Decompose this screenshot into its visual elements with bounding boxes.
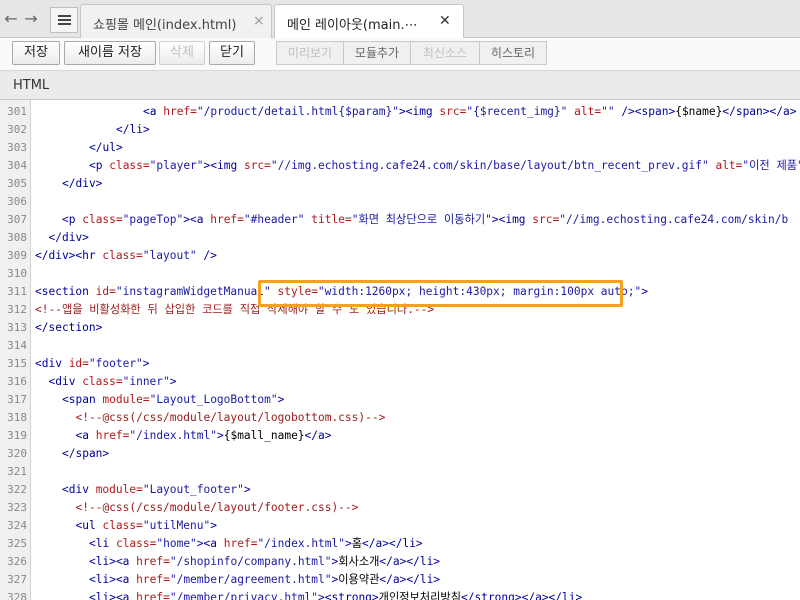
file-type-label: HTML	[13, 78, 50, 93]
close-icon[interactable]: ×	[253, 13, 265, 29]
line-number: 325	[7, 537, 27, 550]
code-text: <span module="Layout_LogoBottom">	[62, 393, 285, 406]
line-number: 324	[7, 519, 27, 532]
line-number: 321	[7, 465, 27, 478]
code-line[interactable]: 319 <a href="/index.html">{$mall_name}</a…	[0, 427, 800, 445]
code-text: </ul>	[89, 141, 123, 154]
code-text: </div><hr class="layout" />	[35, 249, 217, 262]
line-number: 326	[7, 555, 27, 568]
code-text: <li><a href="/member/privacy.html"><stro…	[89, 591, 583, 600]
line-number: 327	[7, 573, 27, 586]
tab-strip: ← → 쇼핑몰 메인(index.html) × 메인 레이아웃(main.⋯ …	[0, 0, 800, 39]
line-number: 301	[7, 105, 27, 118]
code-line[interactable]: 328 <li><a href="/member/privacy.html"><s…	[0, 589, 800, 600]
code-text: <p class="player"><img src="//img.echost…	[89, 159, 800, 172]
code-text: </div>	[62, 177, 103, 190]
tab-list-button[interactable]	[50, 7, 78, 33]
code-text: <p class="pageTop"><a href="#header" tit…	[62, 213, 789, 226]
line-number: 303	[7, 141, 27, 154]
code-text: <div id="footer">	[35, 357, 150, 370]
line-number: 317	[7, 393, 27, 406]
history-button[interactable]: 히스토리	[479, 41, 547, 65]
code-line[interactable]: 323 <!--@css(/css/module/layout/footer.cs…	[0, 499, 800, 517]
arrow-right-icon[interactable]: →	[22, 9, 40, 29]
module-add-button[interactable]: 모듈추가	[343, 41, 411, 65]
line-number: 319	[7, 429, 27, 442]
line-number: 302	[7, 123, 27, 136]
line-number: 308	[7, 231, 27, 244]
code-line[interactable]: 301 <a href="/product/detail.html{$param}…	[0, 103, 800, 121]
code-text: <div class="inner">	[48, 375, 177, 388]
code-text: <li><a href="/member/agreement.html">이용약…	[89, 573, 441, 586]
code-line[interactable]: 326 <li><a href="/shopinfo/company.html">…	[0, 553, 800, 571]
code-line[interactable]: 306	[0, 193, 800, 211]
line-number: 309	[7, 249, 27, 262]
delete-button[interactable]: 삭제	[159, 41, 205, 65]
code-line[interactable]: 315 <div id="footer">	[0, 355, 800, 373]
code-line[interactable]: 321	[0, 463, 800, 481]
code-text: </section>	[35, 321, 103, 334]
code-line[interactable]: 317 <span module="Layout_LogoBottom">	[0, 391, 800, 409]
code-line[interactable]: 320 </span>	[0, 445, 800, 463]
highlight-box	[258, 280, 623, 307]
save-as-button[interactable]: 새이름 저장	[64, 41, 156, 65]
tab-main-layout[interactable]: 메인 레이아웃(main.⋯ ✕	[274, 4, 464, 39]
code-text: </span>	[62, 447, 110, 460]
code-text: <ul class="utilMenu">	[75, 519, 217, 532]
tab-label: 메인 레이아웃(main.⋯	[287, 18, 418, 33]
line-number: 305	[7, 177, 27, 190]
line-number: 315	[7, 357, 27, 370]
code-text: <a href="/index.html">{$mall_name}</a>	[75, 429, 332, 442]
code-line[interactable]: 309 </div><hr class="layout" />	[0, 247, 800, 265]
code-line[interactable]: 304 <p class="player"><img src="//img.ech…	[0, 157, 800, 175]
line-number: 314	[7, 339, 27, 352]
file-type-bar: HTML	[0, 70, 800, 100]
latest-source-button[interactable]: 최신소스	[410, 41, 480, 65]
close-icon[interactable]: ✕	[439, 13, 451, 29]
code-line[interactable]: 325 <li class="home"><a href="/index.html…	[0, 535, 800, 553]
code-line[interactable]: 305 </div>	[0, 175, 800, 193]
code-line[interactable]: 316 <div class="inner">	[0, 373, 800, 391]
code-line[interactable]: 318 <!--@css(/css/module/layout/logobotto…	[0, 409, 800, 427]
preview-button[interactable]: 미리보기	[276, 41, 344, 65]
code-text: <li class="home"><a href="/index.html">홈…	[89, 537, 423, 550]
line-number: 318	[7, 411, 27, 424]
code-line[interactable]: 322 <div module="Layout_footer">	[0, 481, 800, 499]
code-line[interactable]: 307 <p class="pageTop"><a href="#header" …	[0, 211, 800, 229]
line-number: 320	[7, 447, 27, 460]
line-number: 328	[7, 591, 27, 600]
code-line[interactable]: 314	[0, 337, 800, 355]
line-number: 313	[7, 321, 27, 334]
code-text: <!--@css(/css/module/layout/footer.css)-…	[75, 501, 359, 514]
line-number: 311	[7, 285, 27, 298]
list-icon	[58, 15, 71, 26]
arrow-left-icon[interactable]: ←	[2, 9, 20, 29]
toolbar: 저장 새이름 저장 삭제 닫기 미리보기 모듈추가 최신소스 히스토리	[0, 38, 800, 70]
line-number: 310	[7, 267, 27, 280]
code-text: <a href="/product/detail.html{$param}"><…	[143, 105, 797, 118]
code-text: </div>	[48, 231, 89, 244]
code-line[interactable]: 313 </section>	[0, 319, 800, 337]
code-line[interactable]: 324 <ul class="utilMenu">	[0, 517, 800, 535]
line-number: 304	[7, 159, 27, 172]
close-button[interactable]: 닫기	[209, 41, 255, 65]
code-text: <div module="Layout_footer">	[62, 483, 251, 496]
line-number: 307	[7, 213, 27, 226]
line-number: 306	[7, 195, 27, 208]
save-button[interactable]: 저장	[12, 41, 60, 65]
code-line[interactable]: 308 </div>	[0, 229, 800, 247]
code-line[interactable]: 302 </li>	[0, 121, 800, 139]
code-line[interactable]: 303 </ul>	[0, 139, 800, 157]
tab-label: 쇼핑몰 메인(index.html)	[93, 18, 237, 33]
code-text: </li>	[116, 123, 150, 136]
line-number: 312	[7, 303, 27, 316]
code-editor[interactable]: 301 <a href="/product/detail.html{$param}…	[0, 100, 800, 600]
code-line[interactable]: 327 <li><a href="/member/agreement.html">…	[0, 571, 800, 589]
line-number: 323	[7, 501, 27, 514]
line-number: 316	[7, 375, 27, 388]
tab-index-html[interactable]: 쇼핑몰 메인(index.html) ×	[80, 4, 272, 38]
code-text: <li><a href="/shopinfo/company.html">회사소…	[89, 555, 441, 568]
line-number: 322	[7, 483, 27, 496]
code-text: <!--@css(/css/module/layout/logobottom.c…	[75, 411, 386, 424]
